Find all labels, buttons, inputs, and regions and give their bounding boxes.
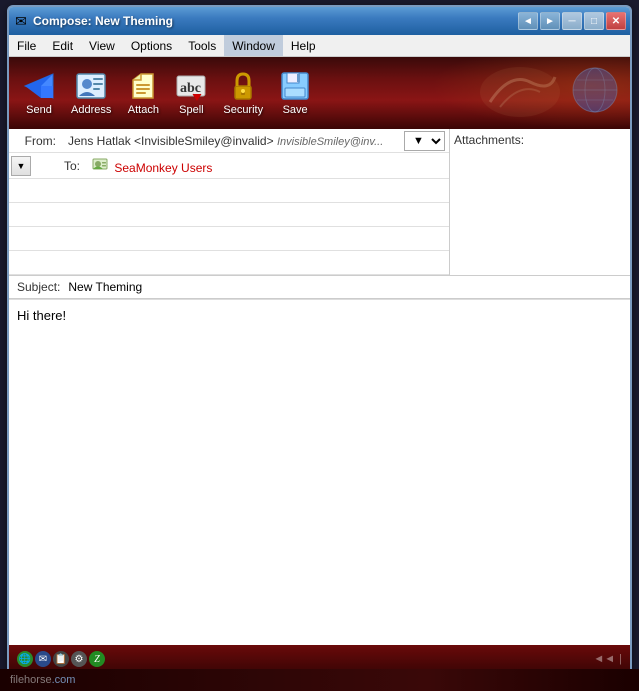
security-button[interactable]: Security: [217, 66, 269, 120]
maximize-button[interactable]: □: [584, 12, 604, 30]
subject-row: Subject: New Theming: [9, 276, 630, 299]
menu-window[interactable]: Window: [224, 35, 283, 56]
window-title: Compose: New Theming: [33, 14, 518, 28]
from-name: Jens Hatlak <InvisibleSmiley@invalid>: [68, 134, 274, 148]
toolbar: Send Address: [9, 57, 630, 129]
filehorse-text: filehorse.com: [10, 674, 75, 686]
menu-tools[interactable]: Tools: [180, 35, 224, 56]
message-body[interactable]: Hi there!: [9, 299, 630, 645]
status-icon-settings[interactable]: ⚙: [71, 651, 87, 667]
empty-recipient-row-2: [9, 203, 449, 227]
subject-value: New Theming: [68, 280, 142, 294]
recipient-name: SeaMonkey Users: [114, 161, 212, 175]
attachments-panel: Attachments:: [450, 129, 630, 275]
status-icon-network[interactable]: 🌐: [17, 651, 33, 667]
scroll-left-button[interactable]: ◄: [518, 12, 538, 30]
close-button[interactable]: ✕: [606, 12, 626, 30]
from-row: From: Jens Hatlak <InvisibleSmiley@inval…: [9, 129, 449, 153]
from-label: From:: [9, 131, 64, 151]
menu-bar: File Edit View Options Tools Window Help: [9, 35, 630, 57]
attach-label: Attach: [128, 104, 159, 116]
attach-button[interactable]: Attach: [121, 66, 165, 120]
send-label: Send: [26, 104, 52, 116]
menu-file[interactable]: File: [9, 35, 44, 56]
spell-icon: abc: [175, 70, 207, 102]
status-icon-tasks[interactable]: 📋: [53, 651, 69, 667]
scroll-right-button[interactable]: ►: [540, 12, 560, 30]
address-button[interactable]: Address: [65, 66, 117, 120]
address-icon: [75, 70, 107, 102]
to-value: SeaMonkey Users: [88, 153, 449, 178]
email-headers: From: Jens Hatlak <InvisibleSmiley@inval…: [9, 129, 630, 276]
save-button[interactable]: Save: [273, 66, 317, 120]
app-icon: ✉: [13, 13, 29, 29]
to-row: ▼ To:: [9, 153, 449, 179]
empty-recipient-row-1: [9, 179, 449, 203]
headers-left-panel: From: Jens Hatlak <InvisibleSmiley@inval…: [9, 129, 450, 275]
filehorse-bar: filehorse.com: [0, 669, 639, 691]
send-icon: [23, 70, 55, 102]
empty-recipient-row-4: [9, 251, 449, 275]
spell-label: Spell: [179, 104, 203, 116]
from-value: Jens Hatlak <InvisibleSmiley@invalid> In…: [64, 131, 404, 151]
from-dropdown[interactable]: ▼: [404, 131, 445, 151]
minimize-button[interactable]: ─: [562, 12, 582, 30]
empty-recipient-row-3: [9, 227, 449, 251]
content-area: From: Jens Hatlak <InvisibleSmiley@inval…: [9, 129, 630, 645]
security-icon: [227, 70, 259, 102]
volume-indicator: ◄◄ |: [593, 653, 622, 665]
address-label: Address: [71, 104, 111, 116]
status-icon-z[interactable]: Z: [89, 651, 105, 667]
toolbar-decoration: [470, 62, 570, 122]
attach-icon: [127, 70, 159, 102]
svg-text:abc: abc: [180, 81, 201, 96]
title-bar: ✉ Compose: New Theming ◄ ► ─ □ ✕: [9, 7, 630, 35]
to-area: ▼ To:: [9, 153, 449, 275]
main-window: ✉ Compose: New Theming ◄ ► ─ □ ✕ File Ed…: [7, 5, 632, 675]
from-email-display: InvisibleSmiley@inv...: [277, 136, 383, 148]
recipient-icon: [92, 156, 108, 172]
status-icon-mail[interactable]: ✉: [35, 651, 51, 667]
save-icon: [279, 70, 311, 102]
body-text: Hi there!: [17, 308, 66, 323]
menu-edit[interactable]: Edit: [44, 35, 81, 56]
menu-help[interactable]: Help: [283, 35, 324, 56]
subject-label: Subject:: [17, 280, 60, 294]
send-button[interactable]: Send: [17, 66, 61, 120]
save-label: Save: [283, 104, 308, 116]
menu-view[interactable]: View: [81, 35, 123, 56]
spell-button[interactable]: abc Spell: [169, 66, 213, 120]
globe-decoration: [570, 65, 620, 115]
window-controls: ◄ ► ─ □ ✕: [518, 12, 626, 30]
security-label: Security: [223, 104, 263, 116]
to-expand-button[interactable]: ▼: [11, 156, 31, 176]
status-icons: 🌐 ✉ 📋 ⚙ Z: [17, 651, 105, 667]
to-label: To:: [33, 156, 88, 176]
menu-options[interactable]: Options: [123, 35, 180, 56]
attachments-label: Attachments:: [454, 133, 524, 147]
